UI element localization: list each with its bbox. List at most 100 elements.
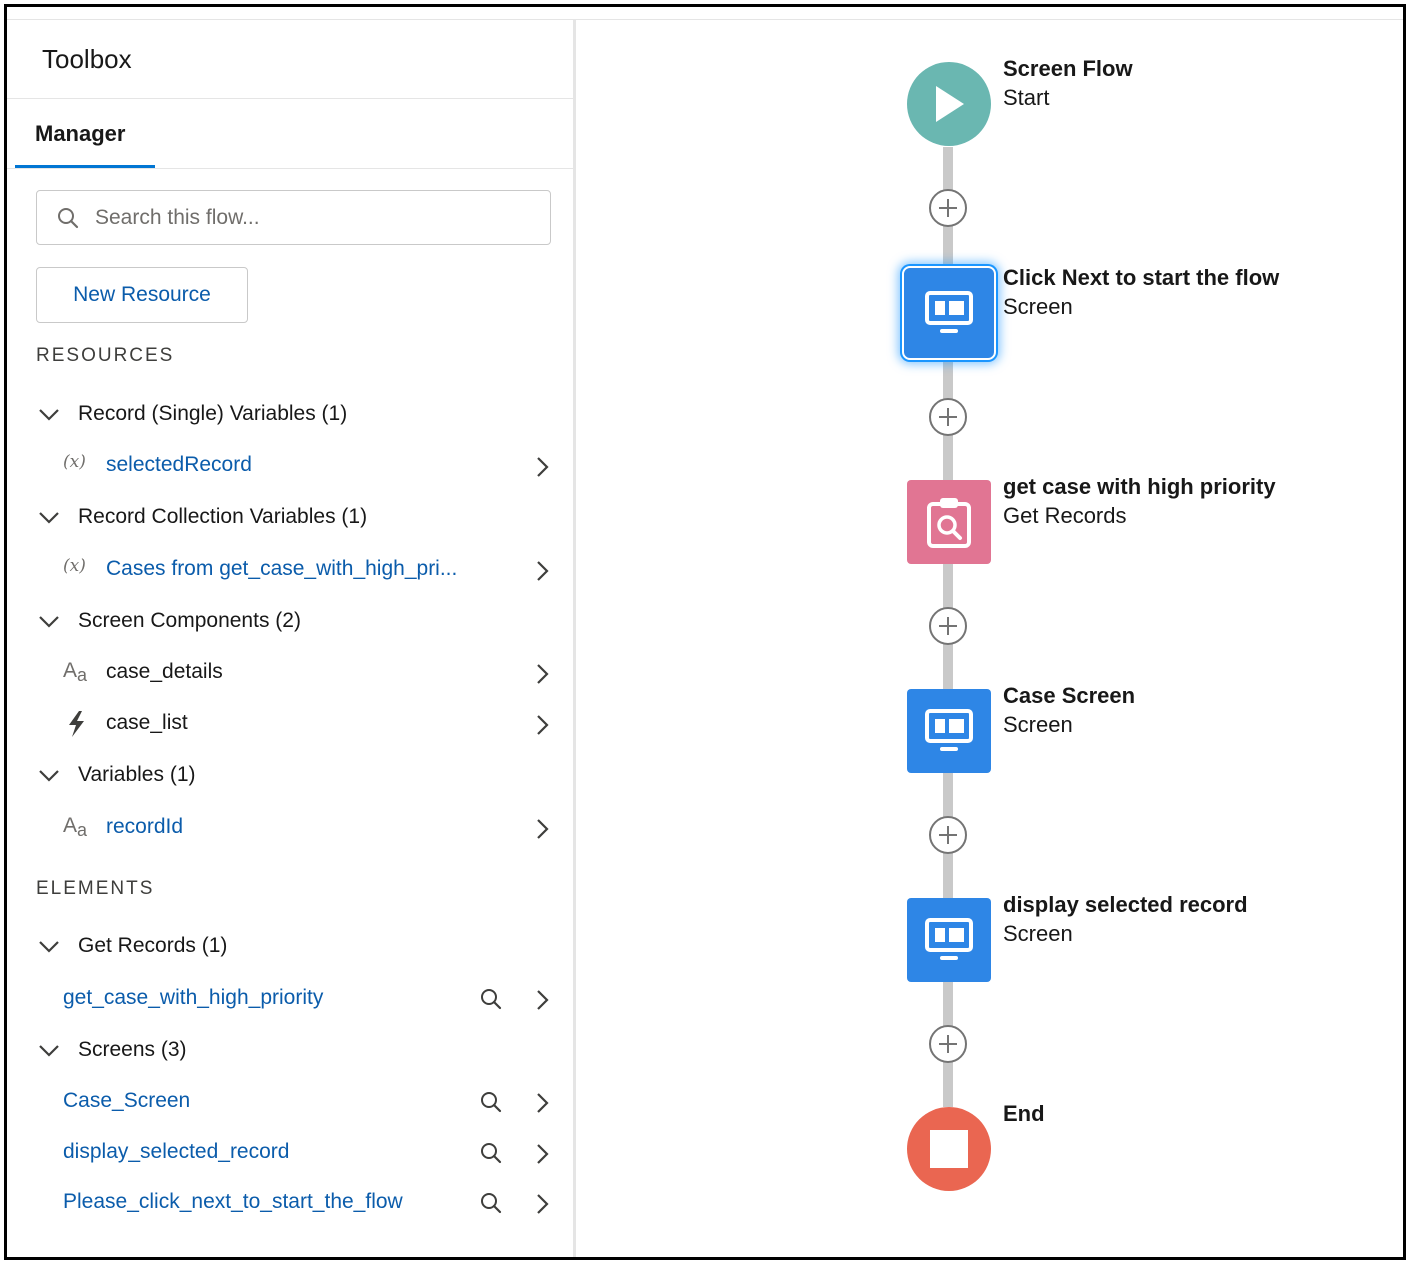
resource-item[interactable]: case_list: [7, 701, 573, 747]
toolbox-panel: Toolbox Manager New Resource RESOURCES R…: [7, 20, 576, 1257]
chevron-right-icon[interactable]: [534, 455, 550, 479]
resource-item-label: case_details: [106, 660, 223, 683]
search-icon: [58, 208, 79, 229]
group-label: Get Records (1): [78, 934, 228, 957]
divider: [7, 98, 573, 99]
variable-icon: (x): [63, 556, 86, 576]
chevron-down-icon: [39, 770, 59, 782]
add-element-button[interactable]: [929, 607, 967, 645]
node-title: get case with high priority: [1003, 474, 1276, 499]
group-label: Record (Single) Variables (1): [78, 402, 348, 425]
search-box: [36, 190, 551, 245]
screen-icon: [925, 291, 973, 333]
variable-icon: (x): [63, 452, 86, 472]
screen-icon: [925, 709, 973, 751]
text-type-sub: a: [77, 820, 88, 840]
element-item[interactable]: get_case_with_high_priority: [7, 976, 573, 1022]
screen-node[interactable]: [907, 689, 991, 773]
node-title: Screen Flow: [1003, 56, 1133, 81]
chevron-right-icon[interactable]: [534, 1142, 550, 1166]
start-node[interactable]: [907, 62, 991, 146]
element-item[interactable]: Please_click_next_to_start_the_flow: [7, 1180, 573, 1226]
group-label: Screen Components (2): [78, 609, 301, 632]
element-item[interactable]: Case_Screen: [7, 1079, 573, 1125]
element-item-label: display_selected_record: [63, 1140, 290, 1163]
element-item-label: Case_Screen: [63, 1089, 191, 1112]
chevron-right-icon[interactable]: [534, 662, 550, 686]
element-item-label: get_case_with_high_priority: [63, 986, 324, 1009]
resource-item[interactable]: (x) Cases from get_case_with_high_pri...: [7, 547, 573, 593]
add-element-button[interactable]: [929, 816, 967, 854]
element-item[interactable]: display_selected_record: [7, 1130, 573, 1176]
stop-icon: [930, 1130, 968, 1168]
group-record-collection-variables[interactable]: Record Collection Variables (1): [7, 495, 573, 541]
node-title: Click Next to start the flow: [1003, 265, 1280, 290]
flow-canvas: [576, 20, 1403, 1257]
node-title: Case Screen: [1003, 683, 1136, 708]
end-node[interactable]: [907, 1107, 991, 1191]
divider: [7, 168, 573, 169]
toolbox-title: Toolbox: [42, 44, 132, 74]
group-screens[interactable]: Screens (3): [7, 1028, 573, 1074]
resource-item-label: Cases from get_case_with_high_pri...: [106, 557, 458, 580]
resource-item[interactable]: (x) selectedRecord: [7, 443, 573, 489]
chevron-down-icon: [39, 409, 59, 421]
chevron-right-icon[interactable]: [534, 817, 550, 841]
new-resource-button[interactable]: New Resource: [36, 267, 248, 323]
add-element-button[interactable]: [929, 398, 967, 436]
flow-builder-window: Toolbox Manager New Resource RESOURCES R…: [4, 4, 1406, 1260]
resources-heading: RESOURCES: [36, 345, 175, 366]
text-type-glyph: A: [63, 659, 78, 682]
group-screen-components[interactable]: Screen Components (2): [7, 599, 573, 645]
group-label: Record Collection Variables (1): [78, 505, 368, 528]
screen-node[interactable]: [907, 898, 991, 982]
resource-item[interactable]: Aa case_details: [7, 650, 573, 696]
lightning-icon: [69, 711, 84, 737]
resource-item-label: selectedRecord: [106, 453, 252, 476]
tab-manager-label: Manager: [35, 121, 126, 146]
group-label: Variables (1): [78, 763, 196, 786]
chevron-down-icon: [39, 1045, 59, 1057]
text-type-glyph: A: [63, 814, 78, 837]
magnifier-icon[interactable]: [479, 1141, 503, 1165]
get-records-node[interactable]: [907, 480, 991, 564]
node-title: display selected record: [1003, 892, 1248, 917]
node-subtitle: Screen: [1003, 921, 1073, 946]
elements-heading: ELEMENTS: [36, 878, 155, 899]
group-record-single-variables[interactable]: Record (Single) Variables (1): [7, 392, 573, 438]
play-icon: [936, 86, 964, 122]
chevron-right-icon[interactable]: [534, 1192, 550, 1216]
resource-item[interactable]: Aa recordId: [7, 805, 573, 851]
chevron-right-icon[interactable]: [534, 713, 550, 737]
clipboard-search-icon: [927, 498, 971, 548]
node-subtitle: Screen: [1003, 294, 1073, 319]
magnifier-icon[interactable]: [479, 1191, 503, 1215]
node-subtitle: Screen: [1003, 712, 1073, 737]
group-get-records[interactable]: Get Records (1): [7, 924, 573, 970]
group-variables[interactable]: Variables (1): [7, 753, 573, 799]
magnifier-icon[interactable]: [479, 987, 503, 1011]
chevron-down-icon: [39, 512, 59, 524]
chevron-down-icon: [39, 616, 59, 628]
screen-node-selected[interactable]: [902, 266, 996, 360]
chevron-right-icon[interactable]: [534, 1091, 550, 1115]
search-input[interactable]: [93, 199, 537, 237]
screen-icon: [925, 918, 973, 960]
magnifier-icon[interactable]: [479, 1090, 503, 1114]
node-subtitle: Start: [1003, 85, 1050, 110]
tab-manager[interactable]: Manager: [15, 100, 155, 168]
text-type-icon: Aa: [63, 814, 93, 842]
text-type-sub: a: [77, 665, 88, 685]
text-type-icon: Aa: [63, 659, 93, 687]
node-title: End: [1003, 1101, 1045, 1126]
node-subtitle: Get Records: [1003, 503, 1127, 528]
resource-item-label: case_list: [106, 711, 188, 734]
chevron-right-icon[interactable]: [534, 559, 550, 583]
add-element-button[interactable]: [929, 189, 967, 227]
chevron-down-icon: [39, 941, 59, 953]
add-element-button[interactable]: [929, 1025, 967, 1063]
resource-item-label: recordId: [106, 815, 184, 838]
chevron-right-icon[interactable]: [534, 988, 550, 1012]
group-label: Screens (3): [78, 1038, 187, 1061]
element-item-label: Please_click_next_to_start_the_flow: [63, 1190, 403, 1213]
